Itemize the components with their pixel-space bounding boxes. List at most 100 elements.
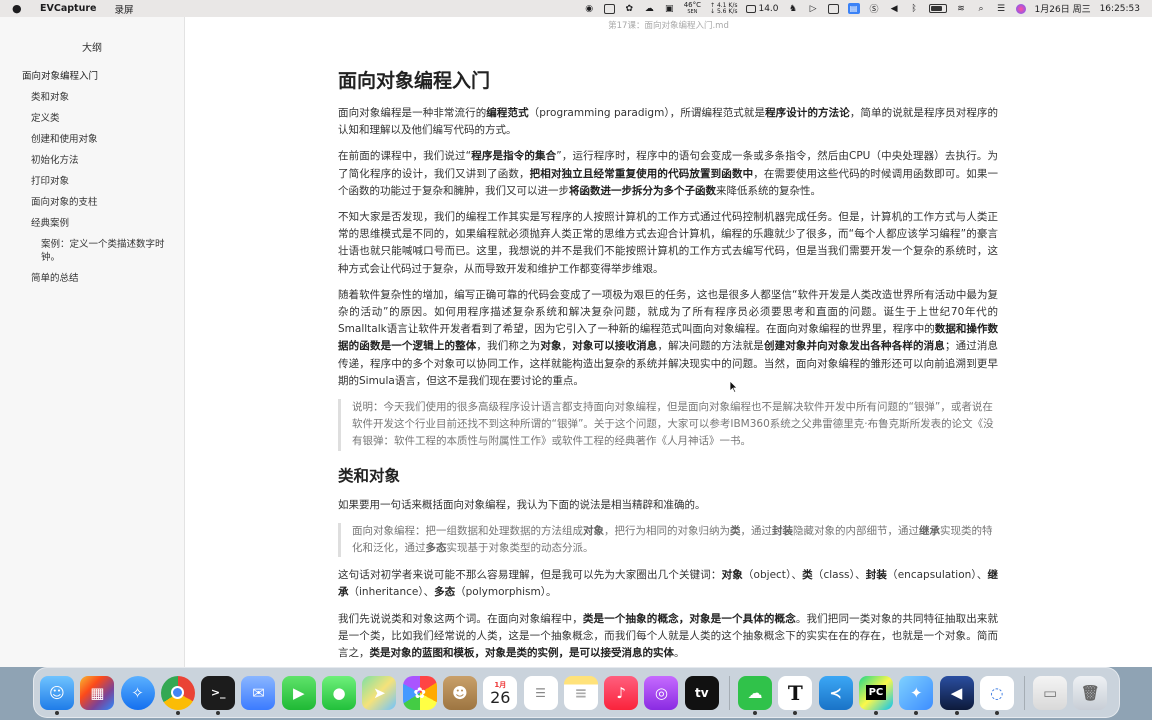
apple-menu-icon[interactable]: ●: [12, 2, 26, 15]
s-app-icon[interactable]: Ⓢ: [869, 3, 880, 15]
control-center-icon[interactable]: ☰: [996, 3, 1007, 14]
search-icon[interactable]: ⌕: [976, 3, 987, 14]
apple-tv-icon[interactable]: tv: [684, 675, 719, 710]
outline-item-print-object[interactable]: 打印对象: [0, 171, 184, 192]
outline-item-intro[interactable]: 面向对象编程入门: [0, 66, 184, 87]
network-speed-readout[interactable]: ↑ 4.1 K/s ↓ 5.6 K/s: [710, 2, 738, 15]
running-indicator: [873, 710, 878, 715]
outline-item-define-class[interactable]: 定义类: [0, 108, 184, 129]
doc-heading-2: 类和对象: [338, 466, 401, 485]
bold-text: 封装: [772, 524, 793, 537]
outline-item-pillars[interactable]: 面向对象的支柱: [0, 192, 184, 213]
grid-app-icon[interactable]: [603, 3, 615, 14]
outline-item-init-method[interactable]: 初始化方法: [0, 150, 184, 171]
trash-icon[interactable]: 🗑: [1073, 675, 1108, 710]
outline-item-clock-case[interactable]: 案例：定义一个类描述数字时钟。: [0, 234, 184, 268]
doc-paragraph: 如果要用一句话来概括面向对象编程，我认为下面的说法是相当精辟和准确的。: [338, 498, 706, 511]
bold-text: 多态: [434, 586, 456, 599]
messages-icon[interactable]: ●: [322, 675, 357, 710]
text-run: （polymorphism）。: [455, 586, 557, 599]
vscode-icon[interactable]: ≺: [818, 675, 853, 710]
butterfly-app-icon[interactable]: ✦: [899, 675, 934, 715]
menu-item-record[interactable]: 录屏: [114, 2, 133, 16]
running-indicator: [994, 710, 999, 715]
wechat-menu-icon[interactable]: ☁: [644, 3, 655, 14]
horse-icon[interactable]: ♞: [788, 3, 799, 14]
text-run: 面向对象编程是一种非常流行的: [338, 107, 487, 119]
bold-text: 将函数进一步拆分为多个子函数: [569, 184, 716, 197]
finder-icon[interactable]: ☺: [40, 675, 74, 715]
reminders-icon[interactable]: ☰: [523, 675, 558, 710]
running-indicator: [954, 710, 959, 715]
outline-item-summary[interactable]: 简单的总结: [0, 268, 184, 289]
doc-paragraph: 我们先说说类和对象这两个词。在面向对象编程中，类是一个抽象的概念，对象是一个具体…: [338, 611, 998, 663]
maps-icon[interactable]: ➤: [362, 675, 397, 710]
text-run: 来降低系统的复杂性。: [716, 184, 821, 197]
bold-text: 对象: [540, 340, 562, 353]
wechat-icon[interactable]: ☁: [738, 675, 773, 715]
bluetooth-icon[interactable]: ᛒ: [909, 3, 920, 14]
screen-record-icon[interactable]: ◉: [584, 3, 595, 14]
bold-text: 把相对独立且经常重复使用的代码放置到函数中: [529, 167, 754, 180]
text-run: 这句话对初学者来说可能不那么容易理解，但是我可以先为大家圈出几个关键词：: [338, 569, 722, 582]
menubar-time[interactable]: 16:25:53: [1100, 4, 1140, 14]
running-indicator: [175, 710, 180, 715]
window-icon[interactable]: [827, 3, 839, 14]
chrome-icon[interactable]: [160, 675, 195, 715]
music-icon[interactable]: ♪: [604, 675, 639, 710]
colorful-app-icon[interactable]: ✿: [624, 3, 635, 14]
bold-text: 对象可以接收消息: [572, 340, 658, 353]
doc-blockquote-definition: 面向对象编程：把一组数据和处理数据的方法组成对象，把行为相同的对象归纳为类，通过…: [338, 522, 998, 558]
cpu-icon: [746, 4, 757, 13]
battery-icon[interactable]: [928, 4, 947, 13]
document-content[interactable]: 面向对象编程入门 面向对象编程是一种非常流行的编程范式（programming …: [338, 67, 998, 667]
menubar-date[interactable]: 1月26日 周三: [1035, 2, 1091, 15]
running-indicator: [793, 710, 798, 715]
terminal-icon[interactable]: >_: [201, 675, 236, 715]
blue-app-icon[interactable]: ▤: [847, 3, 860, 14]
downloads-stack-icon[interactable]: ▭: [1033, 675, 1068, 710]
calendar-icon[interactable]: 1月 26: [483, 675, 518, 710]
facetime-icon[interactable]: ▶: [281, 675, 316, 710]
text-run: ，我们称之为: [476, 340, 541, 353]
pycharm-letter: PC: [865, 685, 887, 700]
cpu-readout[interactable]: 14.0: [746, 4, 779, 14]
chat-bubble-app-icon[interactable]: ◌: [979, 675, 1014, 715]
temperature-readout[interactable]: 46°C SEN: [684, 1, 701, 16]
typora-icon[interactable]: T: [778, 675, 813, 715]
wifi-icon[interactable]: ≋: [956, 3, 967, 14]
photos-icon[interactable]: ✿: [402, 675, 437, 710]
running-indicator: [914, 710, 919, 715]
play-circle-icon[interactable]: ▷: [808, 3, 819, 14]
bold-text: 多态: [425, 542, 447, 555]
outline-item-create-object[interactable]: 创建和使用对象: [0, 129, 184, 150]
outline-list: 面向对象编程入门 类和对象 定义类 创建和使用对象 初始化方法 打印对象 面向对…: [0, 66, 184, 289]
siri-icon[interactable]: [1015, 3, 1026, 14]
video-recorder-icon[interactable]: ◀: [939, 675, 974, 715]
volume-icon[interactable]: ◀: [889, 3, 900, 14]
bold-text: 类是一个抽象的概念，对象是一个具体的概念: [582, 612, 796, 625]
running-indicator: [753, 710, 758, 715]
running-indicator: [216, 710, 221, 715]
dock-separator: [1024, 675, 1026, 710]
podcasts-icon[interactable]: ◎: [644, 675, 679, 710]
running-indicator: [55, 710, 59, 715]
mail-icon[interactable]: ✉: [241, 675, 276, 710]
text-run: 我们先说说类和对象这两个词。在面向对象编程中，: [338, 612, 583, 625]
bold-text: 封装: [865, 569, 888, 582]
net-down: ↓ 5.6 K/s: [710, 7, 738, 15]
bold-text: 类: [730, 524, 741, 537]
app-menu-name[interactable]: EVCapture: [40, 3, 96, 14]
doc-blockquote-note: 说明：今天我们使用的很多高级程序设计语言都支持面向对象编程，但是面向对象编程也不…: [338, 399, 998, 451]
launchpad-icon[interactable]: ▦: [80, 675, 115, 710]
pycharm-icon[interactable]: PC: [858, 675, 893, 715]
text-run: ，解决问题的方法就是: [657, 340, 764, 353]
safari-icon[interactable]: ✧: [120, 675, 155, 710]
contacts-icon[interactable]: ☻: [442, 675, 477, 710]
monitor-icon[interactable]: ▣: [664, 3, 675, 14]
bold-text: 类是对象的蓝图和模板，对象是类的实例，是可以接受消息的实体: [369, 647, 675, 660]
outline-item-class-object[interactable]: 类和对象: [0, 87, 184, 108]
outline-item-cases[interactable]: 经典案例: [0, 213, 184, 234]
notes-icon[interactable]: ≡: [563, 675, 598, 710]
doc-heading-1: 面向对象编程入门: [338, 70, 491, 92]
